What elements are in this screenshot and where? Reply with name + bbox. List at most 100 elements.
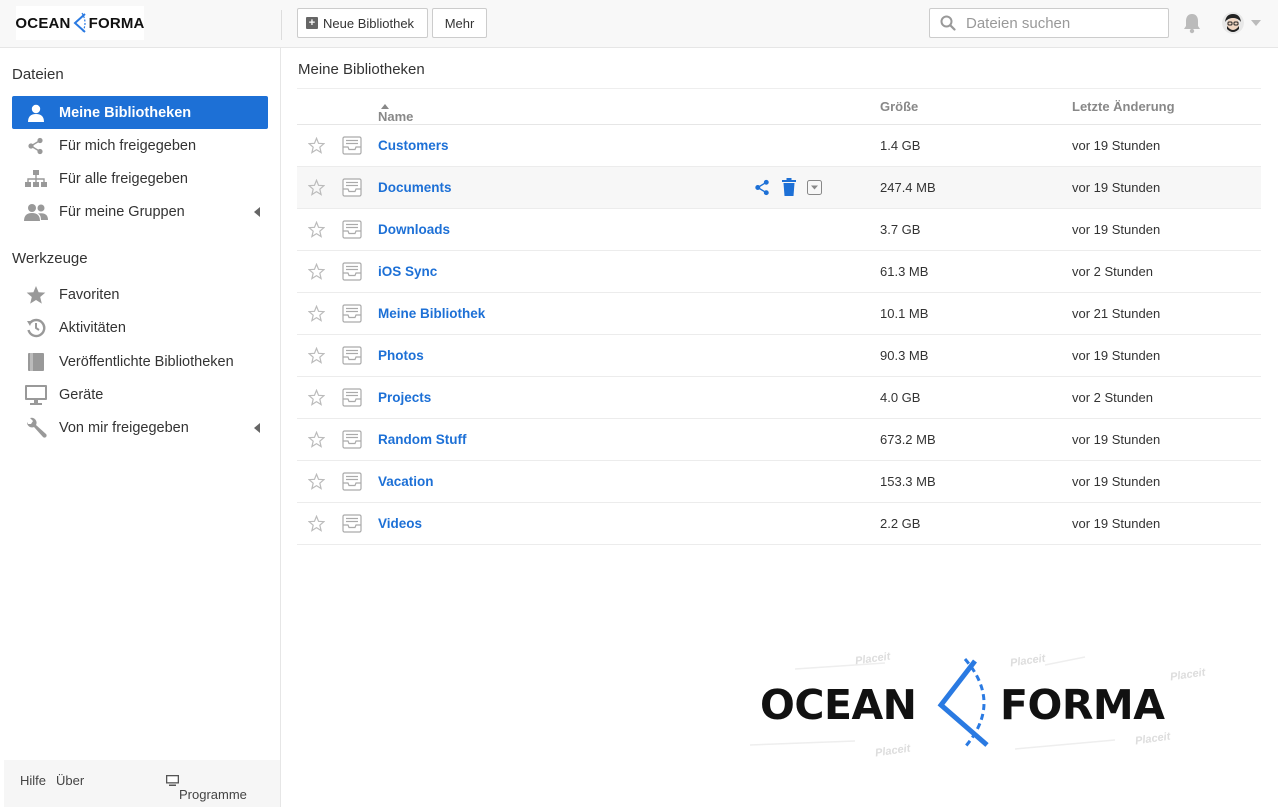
watermark-text-right: FORMA [1000, 681, 1165, 729]
logo[interactable]: OCEAN FORMA [15, 6, 145, 40]
expand-arrow-icon[interactable] [254, 423, 260, 433]
library-size: 2.2 GB [880, 516, 921, 531]
library-size: 3.7 GB [880, 222, 921, 237]
star-icon[interactable] [308, 347, 325, 364]
sidebar-item-label: Für meine Gruppen [59, 203, 185, 220]
sidebar-item-published-libraries[interactable]: Veröffentlichte Bibliotheken [12, 345, 268, 378]
library-name-link[interactable]: Random Stuff [378, 432, 467, 447]
avatar-icon[interactable] [1222, 12, 1244, 34]
sidebar-item-my-groups[interactable]: Für meine Gruppen [12, 195, 268, 228]
watermark-text-left: OCEAN [760, 681, 917, 729]
library-name-link[interactable]: Meine Bibliothek [378, 306, 485, 321]
library-icon [342, 304, 362, 323]
sidebar-item-my-libraries[interactable]: Meine Bibliotheken [12, 96, 268, 129]
library-modified: vor 19 Stunden [1072, 516, 1161, 531]
header-divider [281, 10, 282, 40]
library-size: 10.1 MB [880, 306, 929, 321]
sidebar-item-shared-with-me[interactable]: Für mich freigegeben [12, 129, 268, 162]
library-icon [342, 388, 362, 407]
top-header: OCEAN FORMA + Neue Bibliothek Mehr [0, 0, 1278, 48]
column-modified[interactable]: Letzte Änderung [1072, 99, 1175, 114]
sidebar-item-shared-by-me[interactable]: Von mir freigegeben [12, 411, 268, 444]
user-icon [12, 104, 59, 122]
expand-arrow-icon[interactable] [254, 207, 260, 217]
table-row[interactable]: Documents 247.4 MB vor 19 Stunden [297, 167, 1261, 209]
column-size[interactable]: Größe [880, 99, 918, 114]
star-icon[interactable] [308, 179, 325, 196]
library-name-link[interactable]: iOS Sync [378, 264, 437, 279]
library-name-link[interactable]: Vacation [378, 474, 434, 489]
sidebar-item-label: Veröffentlichte Bibliotheken [59, 353, 234, 370]
share-icon [12, 137, 59, 155]
new-library-button[interactable]: + Neue Bibliothek [297, 8, 428, 38]
table-row[interactable]: Downloads 3.7 GB vor 19 Stunden [297, 209, 1261, 251]
about-link[interactable]: Über [56, 773, 84, 788]
star-icon[interactable] [308, 515, 325, 532]
table-row[interactable]: Vacation 153.3 MB vor 19 Stunden [297, 461, 1261, 503]
sidebar-item-label: Für alle freigegeben [59, 170, 188, 187]
star-icon[interactable] [308, 137, 325, 154]
table-row[interactable]: Meine Bibliothek 10.1 MB vor 21 Stunden [297, 293, 1261, 335]
table-row[interactable]: Photos 90.3 MB vor 19 Stunden [297, 335, 1261, 377]
watermark-mark-icon [937, 658, 989, 748]
sidebar-item-shared-with-all[interactable]: Für alle freigegeben [12, 162, 268, 195]
new-library-label: Neue Bibliothek [323, 15, 415, 31]
library-size: 153.3 MB [880, 474, 936, 489]
sidebar-item-label: Für mich freigegeben [59, 137, 197, 154]
table-row[interactable]: iOS Sync 61.3 MB vor 2 Stunden [297, 251, 1261, 293]
more-button[interactable]: Mehr [432, 8, 487, 38]
wrench-icon [12, 417, 59, 439]
library-name-link[interactable]: Customers [378, 138, 449, 153]
tools-heading: Werkzeuge [12, 250, 88, 267]
row-actions [754, 178, 822, 196]
dropdown-icon[interactable] [807, 179, 822, 195]
library-icon [342, 220, 362, 239]
sidebar-item-favorites[interactable]: Favoriten [12, 278, 268, 311]
avatar-dropdown-icon[interactable] [1251, 20, 1261, 26]
trash-icon[interactable] [781, 178, 797, 196]
table-row[interactable]: Projects 4.0 GB vor 2 Stunden [297, 377, 1261, 419]
library-modified: vor 19 Stunden [1072, 222, 1161, 237]
library-name-link[interactable]: Photos [378, 348, 424, 363]
table-row[interactable]: Random Stuff 673.2 MB vor 19 Stunden [297, 419, 1261, 461]
search-input[interactable] [966, 14, 1156, 32]
sidebar: Dateien Meine Bibliotheken Für mich frei… [0, 48, 281, 807]
library-icon [342, 430, 362, 449]
star-icon[interactable] [308, 389, 325, 406]
library-name-link[interactable]: Projects [378, 390, 431, 405]
logo-text-right: FORMA [88, 14, 145, 32]
library-name-link[interactable]: Videos [378, 516, 422, 531]
star-icon[interactable] [308, 473, 325, 490]
table-row[interactable]: Customers 1.4 GB vor 19 Stunden [297, 125, 1261, 167]
library-modified: vor 19 Stunden [1072, 180, 1161, 195]
library-name-link[interactable]: Downloads [378, 222, 450, 237]
star-icon[interactable] [308, 221, 325, 238]
star-icon[interactable] [308, 431, 325, 448]
files-heading: Dateien [12, 66, 64, 83]
star-icon[interactable] [308, 263, 325, 280]
sidebar-item-activities[interactable]: Aktivitäten [12, 311, 268, 344]
star-icon[interactable] [308, 305, 325, 322]
library-modified: vor 19 Stunden [1072, 138, 1161, 153]
monitor-icon [12, 384, 59, 405]
library-size: 90.3 MB [880, 348, 929, 363]
sidebar-item-devices[interactable]: Geräte [12, 378, 268, 411]
column-name-label: Name [378, 109, 414, 124]
bell-icon[interactable] [1182, 12, 1202, 34]
library-name-link[interactable]: Documents [378, 180, 452, 195]
help-link[interactable]: Hilfe [20, 773, 46, 788]
table-row[interactable]: Videos 2.2 GB vor 19 Stunden [297, 503, 1261, 545]
main-content: Meine Bibliotheken Name Größe Letzte Änd… [282, 48, 1278, 807]
sidebar-item-label: Geräte [59, 386, 104, 403]
sidebar-footer: Hilfe Über Programme [4, 760, 280, 807]
library-modified: vor 19 Stunden [1072, 348, 1161, 363]
library-icon [342, 178, 362, 197]
group-icon [12, 203, 59, 221]
library-size: 1.4 GB [880, 138, 921, 153]
search-box[interactable] [929, 8, 1169, 38]
column-name[interactable]: Name [378, 99, 413, 124]
library-modified: vor 2 Stunden [1072, 264, 1153, 279]
history-icon [12, 318, 59, 338]
apps-link[interactable]: Programme [166, 774, 247, 802]
share-icon[interactable] [754, 179, 771, 196]
